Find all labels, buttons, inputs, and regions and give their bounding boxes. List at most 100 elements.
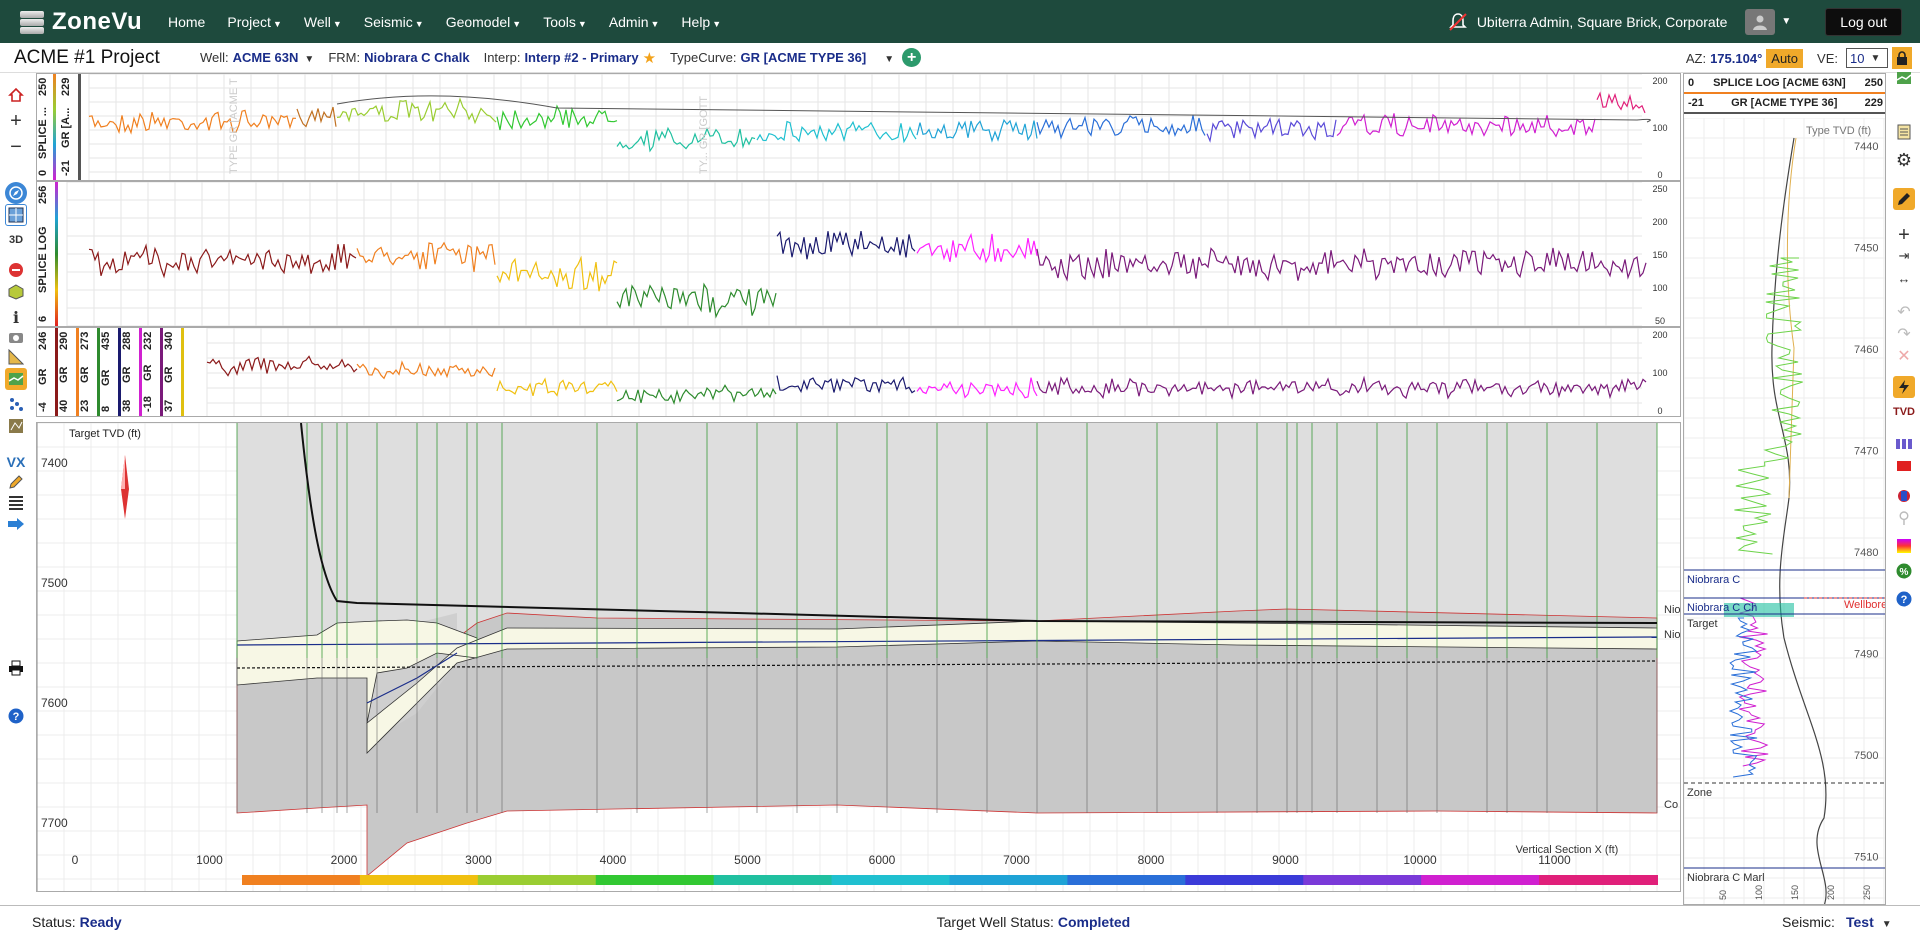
- y-tick-label: 7700: [41, 816, 68, 830]
- log-curve: [616, 126, 756, 153]
- auto-azimuth-button[interactable]: Auto: [1766, 48, 1804, 68]
- x-tick-label: 200: [1826, 885, 1836, 900]
- well-select[interactable]: ACME 63N ▼: [233, 50, 315, 65]
- layers-list-icon[interactable]: [5, 491, 27, 513]
- gear-icon[interactable]: ⚙: [1893, 149, 1915, 171]
- nav-admin[interactable]: Admin ▼: [609, 14, 660, 30]
- nav-label: Project: [227, 13, 271, 30]
- print-icon[interactable]: [5, 657, 27, 679]
- progress-color-segment: [1421, 875, 1541, 885]
- stop-icon[interactable]: [5, 259, 27, 281]
- percent-icon[interactable]: %: [1893, 560, 1915, 582]
- star-icon[interactable]: ★: [643, 49, 656, 67]
- seismic-select[interactable]: Test ▼: [1846, 914, 1892, 930]
- zone-label: Zone: [1687, 787, 1712, 799]
- nav-tools[interactable]: Tools ▼: [543, 14, 587, 30]
- color-scale-icon[interactable]: [1893, 535, 1915, 557]
- cross-section-panel[interactable]: Target TVD (ft) 7400 7500 7600 7700 Nio Nio Co 0…: [36, 422, 1681, 892]
- compass-icon[interactable]: [5, 182, 27, 204]
- progress-color-segment: [713, 875, 833, 885]
- type-log-legend-row[interactable]: -21 GR [ACME TYPE 36] 229: [1684, 94, 1885, 114]
- legend-min: 0: [1688, 77, 1695, 89]
- pencil-icon[interactable]: [5, 471, 27, 493]
- type-log-legend-row[interactable]: 0 SPLICE LOG [ACME 63N] 250: [1684, 74, 1885, 94]
- log-curve: [496, 255, 618, 292]
- progress-color-segment: [477, 875, 597, 885]
- typecurve-select[interactable]: GR [ACME TYPE 36] ▼: [741, 50, 895, 65]
- gr-logs-track-panel[interactable]: -4 GR 246 40 GR 290 23 GR 273 8 GR 435 38 GR 288 -18 GR 2…: [36, 327, 1681, 417]
- nav-home[interactable]: Home: [168, 14, 205, 30]
- notifications-off-icon[interactable]: [1447, 11, 1469, 33]
- lock-icon[interactable]: [1892, 47, 1912, 69]
- ruler-icon[interactable]: [5, 346, 27, 368]
- splice-log-track-panel[interactable]: 6 SPLICE LOG 256 250 200 150 100 50: [36, 181, 1681, 327]
- move-right-icon[interactable]: [5, 513, 27, 535]
- document-icon[interactable]: [1893, 121, 1915, 143]
- chevron-down-icon: ▼: [414, 18, 424, 29]
- add-typecurve-button[interactable]: +: [902, 48, 922, 67]
- project-bar: ACME #1 Project Well: ACME 63N ▼ FRM: Nio…: [0, 43, 1920, 73]
- expand-horizontal-icon[interactable]: ↔: [1893, 267, 1915, 289]
- log-curve: [1036, 114, 1206, 140]
- help-icon[interactable]: ?: [5, 705, 27, 727]
- nav-help[interactable]: Help ▼: [681, 14, 721, 30]
- chevron-down-icon: ▼: [884, 54, 895, 65]
- typecurve-select-value: GR [ACME TYPE 36]: [740, 50, 867, 65]
- nav-geomodel[interactable]: Geomodel ▼: [446, 14, 522, 30]
- progress-color-segment: [831, 875, 951, 885]
- map-icon[interactable]: [5, 415, 27, 437]
- vx-icon[interactable]: VX: [5, 451, 27, 473]
- svg-text:?: ?: [1901, 594, 1908, 606]
- zoom-out-icon[interactable]: −: [5, 136, 27, 158]
- ve-label: VE:: [1817, 50, 1838, 66]
- collapse-horizontal-icon[interactable]: ⇥: [1893, 245, 1915, 267]
- x-tick-label: 150: [1790, 885, 1800, 900]
- typecurve-track-panel[interactable]: 0 SPLICE ... 250 -21 GR [A... 229 200 100…: [36, 73, 1681, 181]
- nav-project[interactable]: Project ▼: [227, 14, 282, 30]
- 3d-view-icon[interactable]: 3D: [5, 229, 27, 251]
- search-icon[interactable]: ⚲: [1893, 507, 1915, 529]
- camera-icon[interactable]: [5, 326, 27, 348]
- scale-tick-label: 200: [1652, 217, 1667, 227]
- lightning-icon[interactable]: [1893, 376, 1915, 398]
- zoom-in-icon[interactable]: +: [5, 110, 27, 132]
- undo-icon[interactable]: ↶: [1893, 301, 1915, 323]
- nav-label: Geomodel: [445, 13, 511, 30]
- add-icon[interactable]: +: [1893, 224, 1915, 246]
- scale-tick-label: 250: [1652, 184, 1667, 194]
- user-name[interactable]: Ubiterra Admin, Square Brick, Corporate: [1477, 14, 1728, 30]
- avatar[interactable]: [1745, 8, 1776, 35]
- vertical-exaggeration-select[interactable]: 10 ▼: [1846, 48, 1888, 68]
- interpretation-value[interactable]: Interp #2 - Primary: [524, 50, 638, 65]
- nav-well[interactable]: Well ▼: [304, 14, 342, 30]
- azimuth-value[interactable]: 175.104°: [1710, 51, 1762, 66]
- help-icon[interactable]: ?: [1893, 588, 1915, 610]
- x-axis-title: Vertical Section X (ft): [1516, 844, 1619, 856]
- nav-seismic[interactable]: Seismic ▼: [364, 14, 424, 30]
- bars-icon[interactable]: [1893, 433, 1915, 455]
- info-icon[interactable]: i: [5, 306, 27, 328]
- grid-view-icon[interactable]: [5, 204, 27, 226]
- points-icon[interactable]: [5, 393, 27, 415]
- type-log-panel[interactable]: 0 SPLICE LOG [ACME 63N] 250 -21 GR [ACME TYP…: [1683, 73, 1886, 905]
- seismic-icon[interactable]: [1893, 485, 1915, 507]
- section-view-icon[interactable]: [1893, 67, 1915, 89]
- user-menu-caret-icon[interactable]: ▼: [1781, 16, 1791, 27]
- logout-button[interactable]: Log out: [1825, 7, 1902, 36]
- depth-tick-label: 7470: [1854, 446, 1878, 458]
- geomodel-cube-icon[interactable]: [5, 281, 27, 303]
- home-icon[interactable]: [5, 84, 27, 106]
- scale-tick-label: 200: [1652, 330, 1667, 340]
- log-curve: [776, 230, 916, 260]
- scale-tick-label: 100: [1652, 368, 1667, 378]
- red-block-icon[interactable]: [1893, 455, 1915, 477]
- x-tick-label: 9000: [1272, 853, 1299, 867]
- formation-value[interactable]: Niobrara C Chalk: [364, 50, 469, 65]
- delete-icon[interactable]: ✕: [1893, 345, 1915, 367]
- zonevu-logo[interactable]: ZoneVu: [18, 8, 168, 36]
- redo-icon[interactable]: ↷: [1893, 323, 1915, 345]
- well-label: Well:: [200, 50, 229, 65]
- pencil-icon[interactable]: [1893, 188, 1915, 210]
- tvd-icon[interactable]: TVD: [1893, 401, 1915, 423]
- section-view-icon[interactable]: [5, 368, 27, 390]
